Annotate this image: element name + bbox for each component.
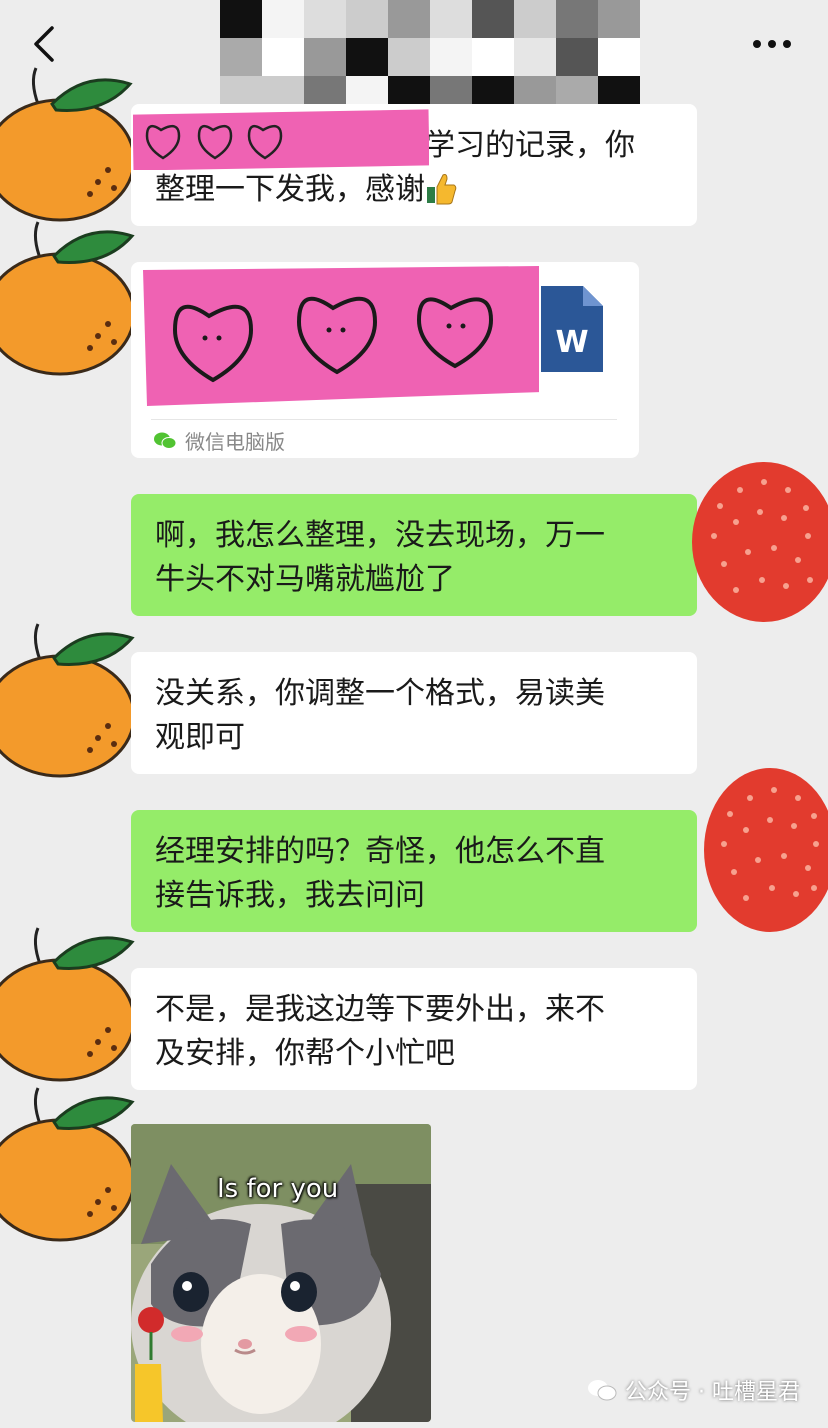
- svg-text:W: W: [555, 325, 588, 360]
- message-text-line: 经理安排的吗？奇怪，他怎么不直: [155, 834, 605, 869]
- message-bubble-1[interactable]: 上周外出学习的记录，你 整理一下发我，感谢: [131, 104, 697, 226]
- hearts-sticker: [133, 109, 429, 170]
- file-source: 微信电脑版: [153, 426, 285, 455]
- watermark-text: 公众号 · 吐槽星君: [625, 1380, 800, 1405]
- lychee-avatar[interactable]: [700, 764, 828, 936]
- more-dots-icon[interactable]: [750, 30, 794, 58]
- orange-avatar[interactable]: [0, 218, 144, 378]
- watermark: 公众号 · 吐槽星君: [587, 1374, 800, 1406]
- orange-avatar[interactable]: [0, 1084, 144, 1244]
- sticker-caption: Is for you: [217, 1174, 339, 1204]
- lychee-avatar[interactable]: [690, 456, 828, 626]
- message-text-line: 牛头不对马嘴就尴尬了: [155, 562, 455, 597]
- message-bubble-4[interactable]: 没关系，你调整一个格式，易读美 观即可: [131, 652, 697, 774]
- mosaic-cell: [514, 0, 556, 38]
- mosaic-cell: [388, 0, 430, 38]
- message-bubble-5[interactable]: 经理安排的吗？奇怪，他怎么不直 接告诉我，我去问问: [131, 810, 697, 932]
- message-bubble-6[interactable]: 不是，是我这边等下要外出，来不 及安排，你帮个小忙吧: [131, 968, 697, 1090]
- mosaic-cell: [262, 0, 304, 38]
- divider: [151, 419, 617, 420]
- orange-avatar[interactable]: [0, 620, 144, 780]
- mosaic-cell: [556, 38, 598, 76]
- mosaic-cell: [262, 38, 304, 76]
- file-message-card[interactable]: W 微信电脑版: [131, 262, 639, 458]
- mosaic-cell: [556, 0, 598, 38]
- obscured-title: [220, 0, 640, 116]
- orange-avatar[interactable]: [0, 924, 144, 1084]
- message-text-line: 没关系，你调整一个格式，易读美: [155, 676, 605, 711]
- message-text-line: 及安排，你帮个小忙吧: [155, 1036, 455, 1071]
- mosaic-cell: [472, 38, 514, 76]
- mosaic-cell: [514, 38, 556, 76]
- cat-sticker[interactable]: Is for you: [131, 1124, 431, 1422]
- mosaic-cell: [388, 38, 430, 76]
- message-text-line: 不是，是我这边等下要外出，来不: [155, 992, 605, 1027]
- mosaic-cell: [346, 0, 388, 38]
- wechat-icon: [154, 432, 177, 449]
- orange-avatar[interactable]: [0, 64, 144, 224]
- chevron-left-icon[interactable]: [30, 26, 58, 62]
- wechat-icon: [588, 1380, 617, 1401]
- mosaic-cell: [430, 0, 472, 38]
- mosaic-cell: [430, 38, 472, 76]
- mosaic-cell: [346, 38, 388, 76]
- mosaic-cell: [304, 38, 346, 76]
- word-doc-icon: W: [541, 286, 603, 372]
- mosaic-cell: [598, 38, 640, 76]
- message-text-line: 接告诉我，我去问问: [155, 878, 425, 913]
- message-text-line: 观即可: [155, 720, 245, 755]
- thumbs-up-icon: [425, 171, 457, 205]
- mosaic-cell: [220, 38, 262, 76]
- mosaic-cell: [220, 0, 262, 38]
- message-text-line: 整理一下发我，感谢: [155, 168, 673, 212]
- mosaic-cell: [304, 0, 346, 38]
- hearts-sticker: [143, 266, 539, 406]
- mosaic-cell: [472, 0, 514, 38]
- file-source-label: 微信电脑版: [185, 430, 285, 454]
- cat-image: [131, 1124, 431, 1422]
- message-text-line: 啊，我怎么整理，没去现场，万一: [155, 518, 605, 553]
- message-bubble-3[interactable]: 啊，我怎么整理，没去现场，万一 牛头不对马嘴就尴尬了: [131, 494, 697, 616]
- mosaic-cell: [598, 0, 640, 38]
